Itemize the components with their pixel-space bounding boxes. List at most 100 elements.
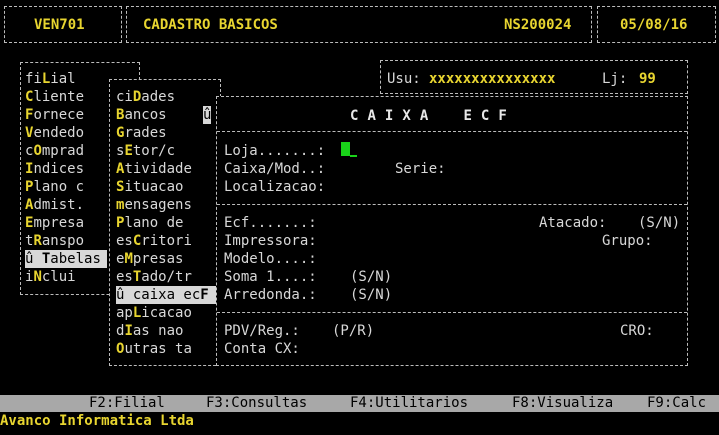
main-menu-item[interactable]: û Tabelas (25, 250, 107, 268)
program-code-box: VEN701 (4, 6, 122, 43)
form-divider-2 (217, 204, 687, 205)
main-menu-item-text: endedo (33, 125, 85, 141)
caixa-mod-label: Caixa/Mod..: (224, 161, 326, 177)
main-menu-item[interactable]: iNclui (25, 268, 107, 286)
grupo-label: Grupo: (602, 233, 653, 249)
sub-menu-item-text: tividade (124, 161, 192, 177)
sub-menu-item[interactable]: û caixa ecF (116, 286, 216, 304)
ecf-label: Ecf.......: (224, 215, 317, 231)
sub-menu-item-text: es (116, 233, 133, 249)
store-label: Lj: (602, 71, 628, 87)
user-label: Usu: (387, 71, 421, 87)
arredonda-label: Arredonda.: (224, 287, 317, 303)
sub-menu-item-hotkey: F (200, 287, 209, 303)
sub-menu-item[interactable]: Situacao (116, 178, 216, 196)
main-menu-item-text: lano c (33, 179, 85, 195)
main-menu-item-text: ornece (33, 107, 85, 123)
sub-menu-item-text: ituacao (124, 179, 184, 195)
company-name: Avanco Informatica Ltda (0, 413, 194, 429)
sub-menu-item-text: es (116, 269, 133, 285)
main-menu-item[interactable]: Plano c (25, 178, 107, 196)
atacado-label: Atacado: (539, 215, 607, 231)
main-menu-item-text: mpresa (33, 215, 85, 231)
screen-title-box: CADASTRO BASICOS NS200024 (126, 6, 592, 43)
loja-label: Loja.......: (224, 143, 326, 159)
main-menu-item-text: abelas (50, 251, 101, 267)
f9-calc-key[interactable]: F9:Calc (647, 395, 706, 412)
sub-menu-item-text: tor/c (132, 143, 176, 159)
store-value: 99 (639, 71, 656, 87)
main-menu-item-hotkey: N (33, 269, 42, 285)
main-menu-item-text: ndices (33, 161, 85, 177)
sub-menu-item-text: ades (141, 89, 176, 105)
sub-menu-item-hotkey: I (124, 323, 133, 339)
loja-input[interactable] (341, 142, 350, 156)
sub-menu-item-text: ado/tr (141, 269, 192, 285)
current-date: 05/08/16 (620, 17, 688, 33)
sub-menu-item-hotkey: E (124, 143, 133, 159)
soma-label: Soma 1....: (224, 269, 317, 285)
sub-menu-item-text: û caixa ec (116, 287, 201, 303)
sub-menu-item[interactable]: ciDades (116, 88, 216, 106)
atacado-options: (S/N) (638, 215, 681, 231)
sub-menu-item-hotkey: M (124, 251, 133, 267)
main-menu-item[interactable]: tRanspo (25, 232, 107, 250)
sub-menu-item[interactable]: Plano de (116, 214, 216, 232)
main-menu-item[interactable]: fiLial (25, 70, 107, 88)
soma-options: (S/N) (350, 269, 393, 285)
main-menu-item[interactable]: Indices (25, 160, 107, 178)
sub-menu-item-text: presas (132, 251, 184, 267)
main-menu-item[interactable]: Empresa (25, 214, 107, 232)
localizacao-label: Localizacao: (224, 179, 326, 195)
main-menu-item[interactable]: Cliente (25, 88, 107, 106)
main-menu-item[interactable]: Fornece (25, 106, 107, 124)
f8-visualiza-key[interactable]: F8:Visualiza (512, 395, 613, 412)
f3-consultas-key[interactable]: F3:Consultas (206, 395, 307, 412)
sub-menu-item[interactable]: sEtor/c (116, 142, 216, 160)
sub-menu-item-text: utras ta (124, 341, 192, 357)
sub-menu-item[interactable]: dIas nao (116, 322, 216, 340)
main-menu-item[interactable]: cOmprad (25, 142, 107, 160)
program-code: VEN701 (34, 17, 85, 33)
sub-menu-item[interactable]: eMpresas (116, 250, 216, 268)
sub-menu-item[interactable]: apLicacao (116, 304, 216, 322)
terminal-id: NS200024 (504, 17, 572, 33)
main-menu-item-text: û (25, 251, 42, 267)
text-cursor (350, 155, 357, 157)
sub-menu-item-text: icacao (141, 305, 192, 321)
main-menu-item-text: dmist. (33, 197, 85, 213)
main-menu-item-text: liente (33, 89, 85, 105)
session-box: Usu: xxxxxxxxxxxxxxx Lj: 99 (380, 60, 688, 94)
sub-menu-item[interactable]: esCritori (116, 232, 216, 250)
sub-menu-item-text: rades (124, 125, 167, 141)
sub-menu-item[interactable]: Grades (116, 124, 216, 142)
sub-menu-item-text: ancos (124, 107, 167, 123)
sub-menu-item-text: lano de (124, 215, 184, 231)
form-divider-3 (217, 312, 687, 313)
f4-utilitarios-key[interactable]: F4:Utilitarios (350, 395, 468, 412)
sub-menu-item-text: as nao (132, 323, 184, 339)
sub-menu-item[interactable]: mensagens (116, 196, 216, 214)
sub-menu-item-text: ensagens (124, 197, 192, 213)
form-title: C A I X A E C F (350, 108, 508, 124)
main-menu-item-hotkey: O (33, 143, 42, 159)
sub-menu-item[interactable]: esTado/tr (116, 268, 216, 286)
arredonda-options: (S/N) (350, 287, 393, 303)
conta-cx-label: Conta CX: (224, 341, 300, 357)
date-box: 05/08/16 (597, 6, 716, 43)
sub-menu-item[interactable]: Bancos (116, 106, 216, 124)
main-menu-item-text: fi (25, 71, 42, 87)
main-menu-item-text: clui (41, 269, 76, 285)
user-value: xxxxxxxxxxxxxxx (429, 71, 556, 87)
submenu-scroll-indicator: û (203, 106, 212, 124)
main-menu-item[interactable]: Vendedo (25, 124, 107, 142)
sub-menu-item[interactable]: Outras ta (116, 340, 216, 358)
f2-filial-key[interactable]: F2:Filial (89, 395, 165, 412)
sub-menu-item-text: ap (116, 305, 133, 321)
main-menu-item[interactable]: Admist. (25, 196, 107, 214)
serie-label: Serie: (395, 161, 446, 177)
main-menu-item-text: anspo (41, 233, 85, 249)
sub-menu-item[interactable]: Atividade (116, 160, 216, 178)
screen-title: CADASTRO BASICOS (143, 17, 278, 33)
main-menu-item-text: mprad (41, 143, 85, 159)
